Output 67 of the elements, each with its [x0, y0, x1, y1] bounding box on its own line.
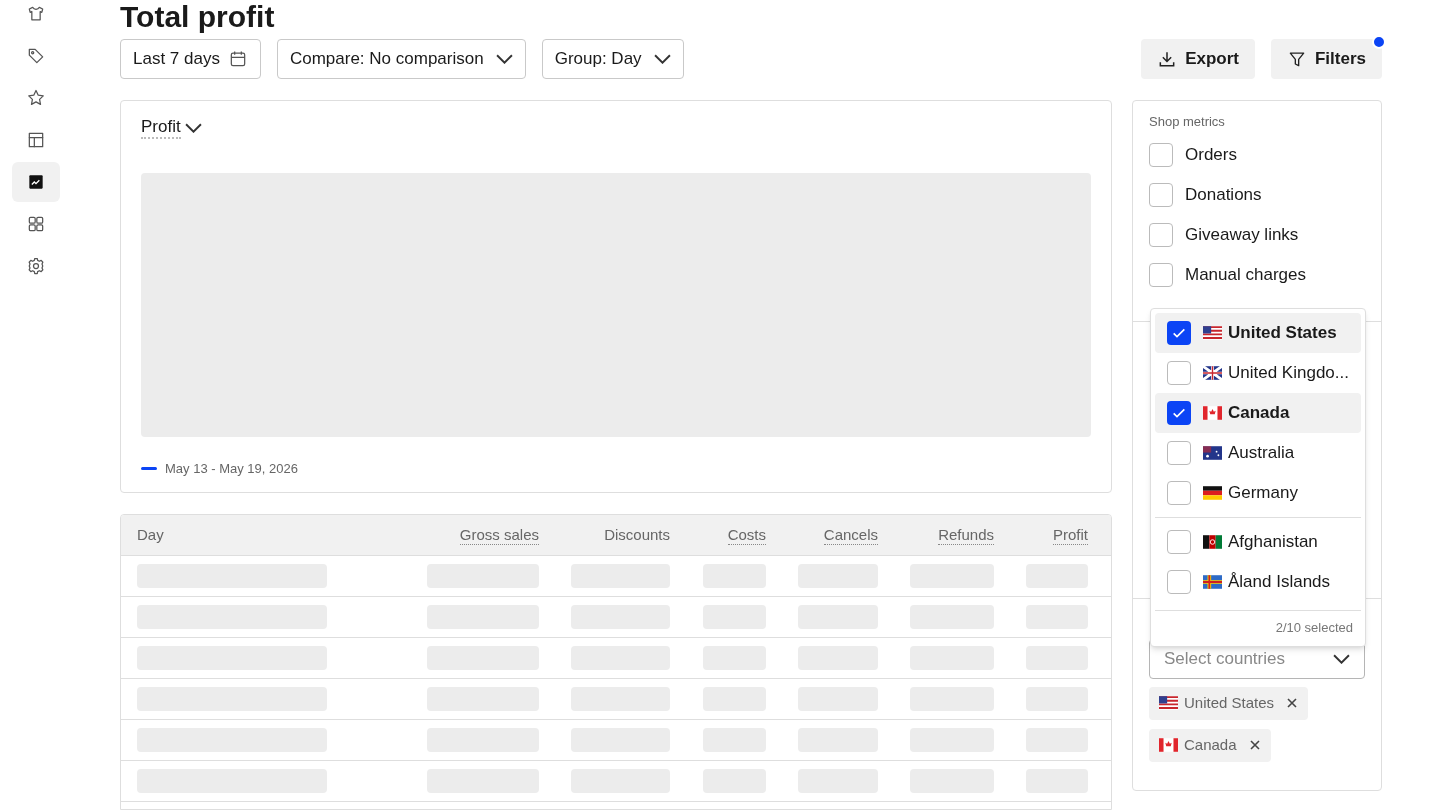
chevron-down-icon — [653, 54, 671, 64]
chevron-down-icon — [184, 123, 202, 133]
flag-icon — [1159, 696, 1178, 710]
remove-chip-button[interactable] — [1248, 739, 1261, 751]
page-title: Total profit — [120, 0, 276, 34]
metric-label: Manual charges — [1185, 263, 1306, 286]
legend-label: May 13 - May 19, 2026 — [165, 460, 298, 478]
date-range-dropdown[interactable]: Last 7 days — [120, 39, 261, 79]
close-icon — [1286, 697, 1299, 709]
checkbox[interactable] — [1149, 182, 1173, 207]
checkbox[interactable] — [1167, 481, 1191, 505]
grid-icon — [26, 214, 46, 234]
checkbox[interactable] — [1149, 222, 1173, 247]
column-header[interactable]: Discounts — [604, 523, 670, 547]
checkbox[interactable] — [1167, 321, 1191, 345]
metric-label: Donations — [1185, 183, 1262, 206]
flag-icon — [1203, 366, 1222, 380]
compare-dropdown[interactable]: Compare: No comparison — [276, 39, 526, 79]
country-option[interactable]: Åland Islands — [1155, 562, 1361, 602]
column-header[interactable]: Gross sales — [459, 525, 539, 545]
checkbox[interactable] — [1149, 142, 1173, 167]
close-icon — [1248, 739, 1261, 751]
country-option[interactable]: United Kingdo... — [1155, 353, 1361, 393]
section-title: Shop metrics — [1149, 113, 1226, 131]
country-option[interactable]: United States — [1155, 313, 1361, 353]
chevron-down-icon — [495, 54, 513, 64]
filters-button[interactable]: Filters — [1270, 39, 1382, 79]
check-icon — [1173, 328, 1185, 338]
metric-dropdown[interactable]: Profit — [141, 117, 202, 139]
column-header[interactable]: Cancels — [823, 525, 878, 545]
remove-chip-button[interactable] — [1286, 697, 1299, 709]
country-option[interactable]: Afghanistan — [1155, 522, 1361, 562]
column-header[interactable]: Refunds — [938, 525, 994, 545]
checkbox[interactable] — [1149, 262, 1173, 287]
metric-label: Giveaway links — [1185, 223, 1299, 246]
flag-icon — [1203, 486, 1222, 500]
check-icon — [1173, 408, 1185, 418]
country-option[interactable]: Canada — [1155, 393, 1361, 433]
tag-icon — [26, 46, 46, 66]
table-icon — [26, 130, 46, 150]
country-option[interactable]: Australia — [1155, 433, 1361, 473]
column-header[interactable]: Day — [137, 523, 164, 547]
flag-icon — [1159, 738, 1178, 752]
star-icon — [26, 88, 46, 108]
flag-icon — [1203, 326, 1222, 340]
selection-count: 2/10 selected — [1275, 619, 1354, 637]
chevron-down-icon — [1333, 653, 1350, 664]
flag-icon — [1203, 575, 1222, 589]
metric-label: Orders — [1185, 143, 1237, 166]
checkbox[interactable] — [1167, 441, 1191, 465]
checkbox[interactable] — [1167, 530, 1191, 554]
flag-icon — [1203, 406, 1222, 420]
export-button[interactable]: Export — [1141, 39, 1255, 79]
chip-label: Canada — [1184, 734, 1237, 755]
flag-icon — [1203, 446, 1222, 460]
sidebar-item[interactable] — [12, 162, 60, 202]
checkbox[interactable] — [1167, 401, 1191, 425]
checkbox[interactable] — [1167, 361, 1191, 385]
column-header[interactable]: Profit — [1053, 525, 1088, 545]
checkbox[interactable] — [1167, 570, 1191, 594]
settings-icon — [26, 256, 46, 276]
column-header[interactable]: Costs — [727, 525, 766, 545]
flag-icon — [1203, 535, 1222, 549]
line-chart-icon — [26, 172, 46, 192]
country-option[interactable]: Germany — [1155, 473, 1361, 513]
group-dropdown[interactable]: Group: Day — [541, 39, 684, 79]
chip-label: United States — [1184, 692, 1275, 713]
